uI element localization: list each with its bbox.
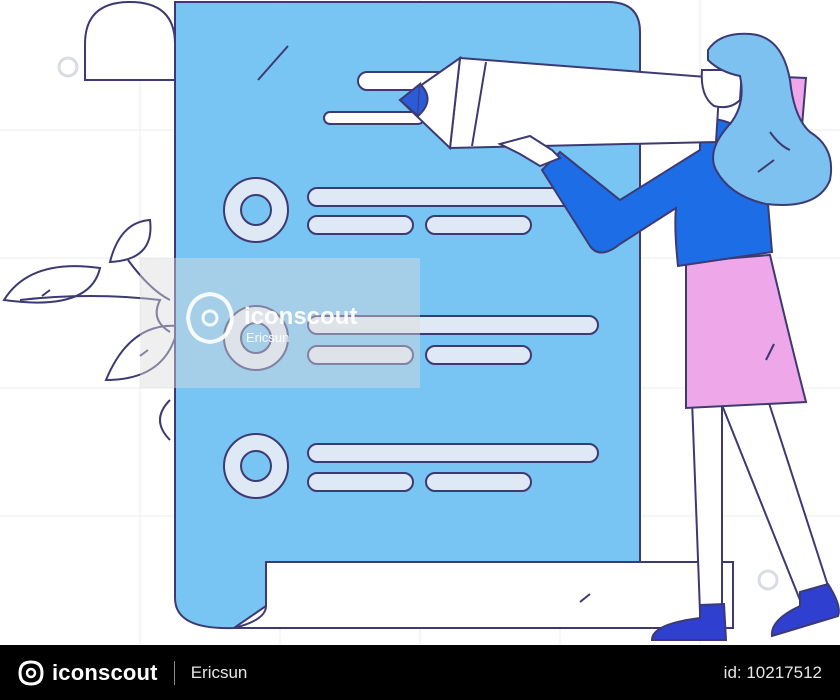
footer-brand[interactable]: iconscout xyxy=(18,660,158,686)
watermark-author: Ericsun xyxy=(246,330,289,345)
checklist-illustration: iconscout Ericsun xyxy=(0,0,840,645)
footer-divider xyxy=(173,660,175,685)
footer-author[interactable]: Ericsun xyxy=(191,663,248,683)
right-shoe xyxy=(770,582,840,638)
woman-skirt xyxy=(685,253,808,410)
footer-asset-id: id: 10217512 xyxy=(723,662,822,682)
footer-brand-label: iconscout xyxy=(52,659,158,685)
subheader-line xyxy=(323,111,425,125)
watermark-badge: iconscout Ericsun xyxy=(140,258,420,388)
pencil xyxy=(398,55,722,151)
iconscout-logo-icon xyxy=(18,659,44,686)
watermark-brand: iconscout xyxy=(244,303,357,330)
woman-hair xyxy=(707,32,832,206)
footer-bar: iconscout Ericsun id: 10217512 xyxy=(0,645,840,700)
